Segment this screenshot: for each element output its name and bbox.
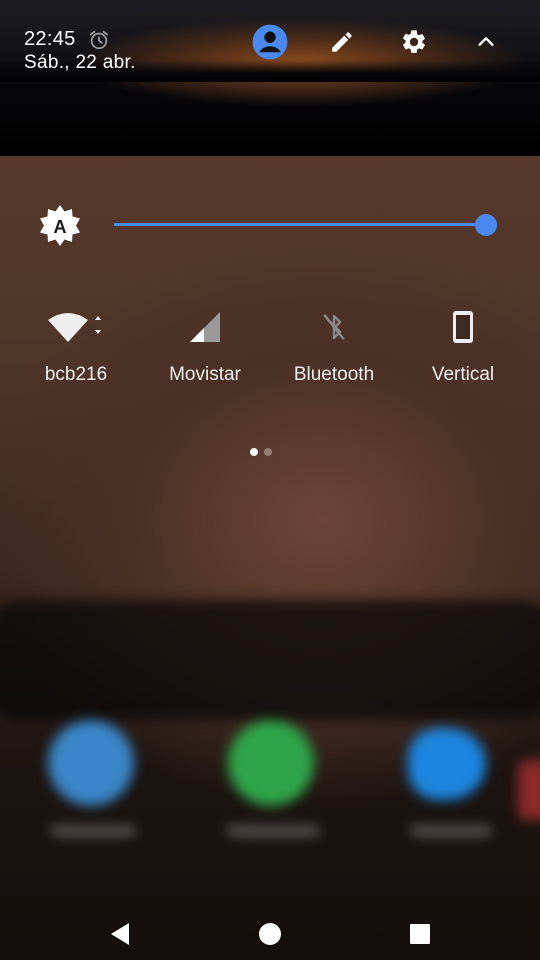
whatsapp-app-icon xyxy=(228,720,314,806)
page-indicator xyxy=(250,448,272,456)
tile-cellular[interactable]: Movistar xyxy=(140,300,270,400)
recents-button[interactable] xyxy=(400,914,440,954)
chevron-up-icon xyxy=(478,37,494,46)
brightness-slider-thumb[interactable] xyxy=(475,214,497,236)
phone-app-icon xyxy=(408,728,486,800)
telegram-app-label xyxy=(50,826,136,836)
edit-button[interactable] xyxy=(322,22,362,62)
page-dot-inactive xyxy=(264,448,272,456)
quick-settings-header: 22:45 Sáb., 22 abr. xyxy=(0,0,540,156)
partial-app-icon xyxy=(518,760,540,820)
auto-brightness-icon[interactable]: A xyxy=(38,204,82,248)
back-icon xyxy=(111,923,129,945)
whatsapp-app-label xyxy=(226,826,320,836)
tile-cellular-label: Movistar xyxy=(169,364,241,385)
tile-bluetooth[interactable]: Bluetooth xyxy=(269,300,399,400)
home-icon xyxy=(259,923,281,945)
rotation-portrait-icon xyxy=(453,311,473,343)
pencil-icon xyxy=(332,32,352,52)
tile-bluetooth-label: Bluetooth xyxy=(293,364,375,385)
tile-wifi-label: bcb216 xyxy=(44,364,108,385)
recents-icon xyxy=(410,924,430,944)
collapse-button[interactable] xyxy=(466,22,506,62)
date-text: Sáb., 22 abr. xyxy=(24,52,136,73)
clock-time: 22:45 xyxy=(24,28,76,50)
cellular-signal-icon xyxy=(190,312,220,342)
gear-icon xyxy=(403,30,425,53)
tile-wifi[interactable]: bcb216 xyxy=(11,300,141,400)
phone-app-label xyxy=(410,826,492,836)
svg-text:A: A xyxy=(54,217,67,237)
account-icon xyxy=(252,24,288,60)
tile-rotation-label: Vertical xyxy=(431,364,495,385)
wifi-icon xyxy=(48,313,101,342)
screen: 22:45 Sáb., 22 abr. A bcb216 Movistar Bl… xyxy=(0,0,540,960)
blurred-home-screen xyxy=(0,560,540,880)
blurred-trees xyxy=(0,600,540,720)
tile-rotation[interactable]: Vertical xyxy=(398,300,528,400)
telegram-app-icon xyxy=(48,720,134,806)
bluetooth-off-icon xyxy=(323,314,345,340)
page-dot-active xyxy=(250,448,258,456)
home-button[interactable] xyxy=(250,914,290,954)
brightness-slider-track[interactable] xyxy=(114,223,486,226)
user-switcher-button[interactable] xyxy=(250,22,290,62)
back-button[interactable] xyxy=(100,914,140,954)
settings-button[interactable] xyxy=(394,22,434,62)
alarm-icon[interactable] xyxy=(88,29,110,51)
